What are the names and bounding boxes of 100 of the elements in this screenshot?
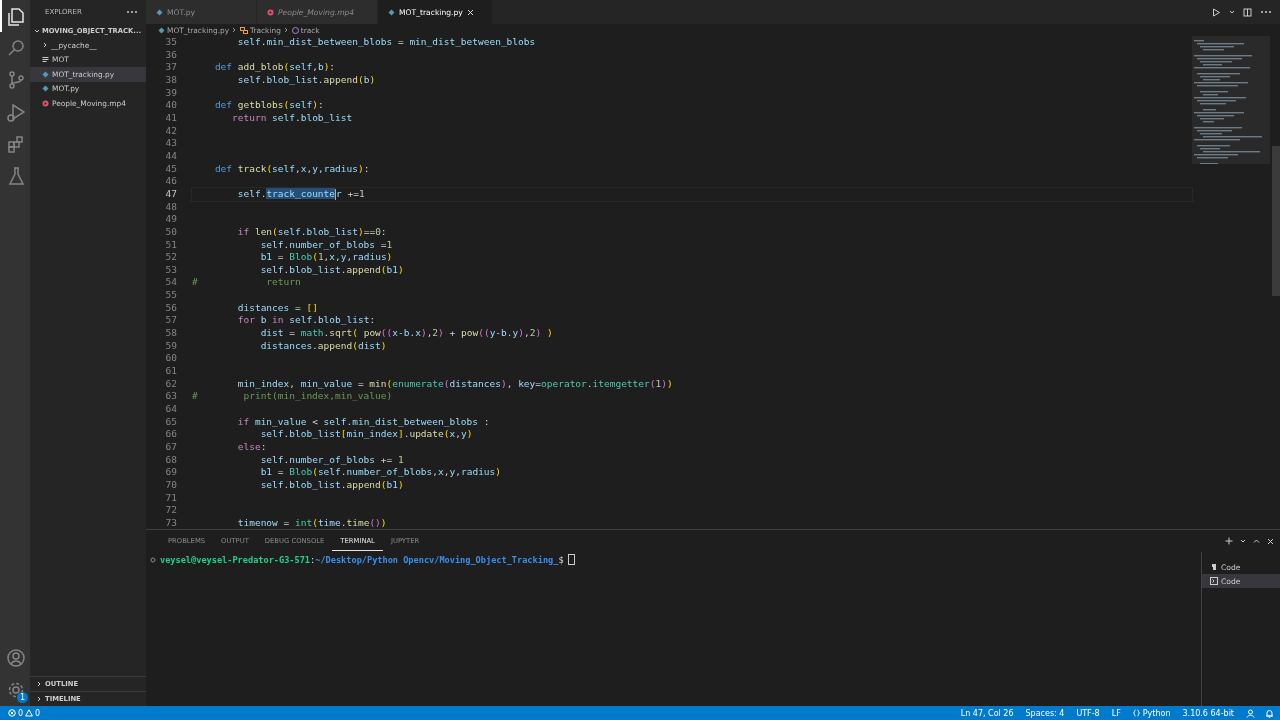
caret-icon[interactable] — [1229, 9, 1235, 15]
class-icon — [240, 26, 249, 34]
line-number: 62 — [164, 377, 177, 391]
terminal-line: veysel@veysel-Predator-G3-571:~/Desktop/Python Opencv/Moving_Object_Tracking_$ — [160, 554, 564, 565]
line-number: 52 — [164, 251, 177, 264]
chevron-right-icon[interactable] — [36, 696, 42, 702]
code-line: def getblobs(self): — [213, 99, 325, 112]
split-editor-icon[interactable] — [1243, 7, 1252, 17]
code-line: # return — [192, 276, 302, 290]
line-number: 45 — [164, 162, 177, 176]
add-icon[interactable] — [1225, 537, 1233, 545]
explorer-icon[interactable] — [6, 6, 26, 26]
errors-status[interactable]: 0 0 — [8, 708, 41, 718]
line-number: 54 — [164, 276, 177, 290]
close-icon[interactable] — [1267, 537, 1274, 545]
more-icon[interactable] — [1260, 9, 1272, 15]
maximize-icon[interactable] — [1253, 538, 1260, 544]
code-line: if min_value < self.min_dist_between_blobs : — [236, 415, 491, 429]
python-icon — [1210, 563, 1218, 571]
code-line: self.blob_list[min_index].update(x,y) — [259, 428, 474, 441]
python-file-icon — [158, 26, 165, 34]
code-line: dist = math.sqrt( pow((x-b.x),2) + pow((y-b.y),2) ) — [259, 327, 554, 340]
line-number: 35 — [164, 36, 177, 49]
chevron-right-icon[interactable] — [42, 42, 48, 49]
status-item[interactable]: 3.10.6 64-bit — [1182, 708, 1234, 718]
line-number: 50 — [164, 225, 177, 239]
close-icon[interactable] — [466, 8, 474, 16]
python-file-icon — [156, 8, 163, 16]
status-item[interactable]: Python — [1132, 708, 1171, 718]
warning-count: 0 — [35, 708, 41, 718]
line-number: 63 — [164, 390, 177, 404]
code-line: b1 = Blob(1,x,y,radius) — [259, 251, 394, 264]
line-number: 60 — [164, 352, 177, 366]
play-icon[interactable] — [1212, 7, 1221, 17]
code-line: self.number_of_blobs =1 — [259, 238, 394, 252]
circle-icon — [150, 556, 156, 563]
bell-icon[interactable] — [1265, 708, 1274, 718]
notification-badge: 1 — [17, 692, 28, 703]
line-number: 59 — [164, 339, 177, 353]
code-line: def add_blob(self,b): — [213, 61, 337, 74]
chevron-down-icon[interactable] — [34, 28, 40, 34]
media-file-icon — [267, 8, 274, 16]
python-file-icon — [388, 8, 395, 16]
status-item[interactable]: Ln 47, Col 26 — [960, 708, 1014, 718]
code-line: return self.blob_list — [231, 111, 354, 125]
code-line: self.blob_list.append(b) — [236, 73, 377, 87]
code-line: if len(self.blob_list)==0: — [236, 225, 388, 239]
line-number: 47 — [164, 187, 177, 201]
feedback-icon[interactable] — [1246, 708, 1255, 718]
line-number: 70 — [164, 478, 177, 492]
account-icon[interactable] — [6, 648, 26, 668]
status-item[interactable]: UTF-8 — [1076, 708, 1100, 718]
line-number: 58 — [164, 327, 177, 340]
line-number: 44 — [164, 149, 177, 163]
code-line: for b in self.blob_list: — [236, 314, 377, 328]
line-number: 72 — [164, 504, 177, 517]
line-number: 41 — [164, 111, 177, 125]
line-number: 49 — [164, 213, 177, 226]
play-bug-icon[interactable] — [6, 102, 26, 122]
line-number: 40 — [164, 99, 177, 112]
code-line: self.min_dist_between_blobs = min_dist_between_blobs — [236, 36, 537, 49]
code-line: self.blob_list.append(b1) — [259, 263, 405, 277]
chevron-right-icon — [283, 27, 289, 33]
line-number: 68 — [164, 453, 177, 467]
line-number: 69 — [164, 466, 177, 479]
line-number: 46 — [164, 175, 177, 188]
code-line: distances = [] — [236, 301, 319, 315]
extensions-icon[interactable] — [6, 134, 26, 154]
chevron-right-icon[interactable] — [36, 681, 42, 687]
line-number: 67 — [164, 441, 177, 454]
line-number: 66 — [164, 428, 177, 441]
line-number: 61 — [164, 365, 177, 378]
braces-icon — [1132, 709, 1140, 717]
line-number: 51 — [164, 238, 177, 252]
line-number: 36 — [164, 48, 177, 62]
line-number: 71 — [164, 491, 177, 505]
code-line: def track(self,x,y,radius): — [213, 162, 371, 176]
text-lines-icon — [42, 56, 49, 64]
code-line: timenow = int(time.time()) — [236, 516, 388, 530]
line-number: 64 — [164, 403, 177, 416]
code-line: self.blob_list.append(b1) — [259, 478, 405, 492]
settings-icon[interactable] — [6, 680, 26, 700]
line-number: 38 — [164, 73, 177, 87]
branch-icon[interactable] — [6, 70, 26, 90]
line-number: 48 — [164, 200, 177, 214]
line-number: 56 — [164, 301, 177, 315]
line-number: 53 — [164, 263, 177, 277]
code-line: # print(min_index,min_value) — [192, 390, 394, 404]
terminal-cursor — [567, 554, 575, 565]
error-icon — [8, 709, 16, 717]
caret-icon[interactable] — [1240, 538, 1246, 544]
line-number: 42 — [164, 124, 177, 138]
more-icon[interactable] — [126, 9, 138, 15]
status-item[interactable]: Spaces: 4 — [1025, 708, 1065, 718]
search-icon[interactable] — [6, 38, 26, 58]
code-line: self.number_of_blobs += 1 — [259, 453, 405, 467]
status-item[interactable]: LF — [1111, 708, 1121, 718]
scrollbar-thumb[interactable] — [1272, 146, 1280, 296]
code-line: self.track_counte r +=1 — [192, 187, 1192, 201]
flask-icon[interactable] — [6, 166, 26, 186]
